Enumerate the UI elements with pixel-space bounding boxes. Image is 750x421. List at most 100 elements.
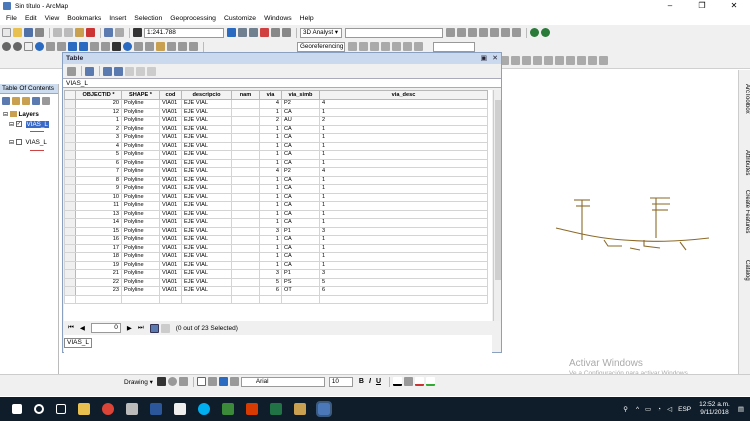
column-header-shape[interactable]: SHAPE * [121, 90, 160, 100]
redo-icon[interactable] [115, 28, 124, 37]
cell-objectid[interactable]: 20 [75, 99, 122, 109]
cell-cod[interactable]: VIA01 [159, 107, 182, 117]
cell-via-simb[interactable]: CA [281, 235, 320, 245]
cell-via-desc[interactable]: 1 [319, 124, 488, 134]
layer-visibility-checkbox[interactable] [15, 139, 22, 146]
cell-objectid[interactable]: 1 [75, 116, 122, 126]
row-selector[interactable] [64, 252, 76, 262]
line-color-icon[interactable] [415, 377, 424, 386]
table-row[interactable]: 10 Polyline VIA01 EJE VIAL 1 CA 1 [64, 192, 488, 202]
cell-via-simb[interactable]: CA [281, 184, 320, 194]
table-layer-tab[interactable]: VIAS_L [63, 78, 501, 88]
volume-icon[interactable]: ◁ [667, 405, 672, 413]
delete-icon[interactable] [86, 28, 95, 37]
column-header-descripcio[interactable]: descripcio [181, 90, 232, 100]
cell-objectid[interactable]: 12 [75, 107, 122, 117]
cell-nam[interactable] [231, 175, 260, 185]
cell-cod[interactable]: VIA01 [159, 116, 182, 126]
cell-via-simb[interactable]: CA [281, 252, 320, 262]
battery-icon[interactable]: ▭ [645, 405, 651, 413]
cell-cod[interactable]: VIA01 [159, 150, 182, 160]
cell-via[interactable]: 4 [259, 99, 282, 109]
list-by-source-icon[interactable] [12, 97, 20, 105]
cell-via-simb[interactable]: CA [281, 192, 320, 202]
pan-icon[interactable] [24, 42, 33, 51]
forward-icon[interactable] [79, 42, 88, 51]
font-color-icon[interactable] [393, 377, 402, 386]
editor-tool-icon[interactable] [566, 56, 575, 65]
cell-via[interactable]: 1 [259, 243, 282, 253]
3d-tool-icon[interactable] [446, 28, 455, 37]
cell-nam[interactable] [231, 218, 260, 228]
document-icon[interactable] [174, 403, 186, 415]
cell-shape[interactable]: Polyline [121, 107, 160, 117]
rotate-icon[interactable] [167, 377, 177, 386]
cell-cod[interactable]: VIA01 [159, 192, 182, 202]
cell-via-desc[interactable]: 1 [319, 184, 488, 194]
cell-cod[interactable]: VIA01 [159, 286, 182, 296]
editor-tool-icon[interactable] [522, 56, 531, 65]
cell-via-simb[interactable]: PS [281, 277, 320, 287]
cell-shape[interactable]: Polyline [121, 184, 160, 194]
cell-cod[interactable]: VIA01 [159, 277, 182, 287]
cell-nam[interactable] [231, 235, 260, 245]
3d-tool-icon[interactable] [457, 28, 466, 37]
catalog-icon[interactable] [249, 28, 258, 37]
menu-windows[interactable]: Windows [264, 15, 292, 22]
clear-selection-icon[interactable] [101, 42, 110, 51]
cell-nam[interactable] [231, 150, 260, 160]
menu-bookmarks[interactable]: Bookmarks [67, 15, 101, 22]
cell-via[interactable]: 1 [259, 218, 282, 228]
cell-via-simb[interactable]: CA [281, 243, 320, 253]
zoom-to-elements-icon[interactable] [178, 377, 188, 386]
table-row[interactable]: 17 Polyline VIA01 EJE VIAL 1 CA 1 [64, 243, 488, 253]
georef-tool-icon[interactable] [403, 42, 412, 51]
row-selector[interactable] [64, 218, 76, 228]
select-features-icon[interactable] [90, 42, 99, 51]
table-row[interactable]: 8 Polyline VIA01 EJE VIAL 1 CA 1 [64, 175, 488, 185]
table-row[interactable]: 7 Polyline VIA01 EJE VIAL 4 P2 4 [64, 167, 488, 177]
cell-via[interactable]: 6 [259, 286, 282, 296]
model-builder-icon[interactable] [282, 28, 291, 37]
cell-via[interactable]: 1 [259, 201, 282, 211]
viewer-window-icon[interactable] [189, 42, 198, 51]
georef-tool-icon[interactable] [392, 42, 401, 51]
3d-tool-icon[interactable] [490, 28, 499, 37]
cell-nam[interactable] [231, 277, 260, 287]
cell-objectid[interactable]: 18 [75, 252, 122, 262]
cell-cod[interactable]: VIA01 [159, 184, 182, 194]
menu-geoprocessing[interactable]: Geoprocessing [170, 15, 216, 22]
cell-cod[interactable]: VIA01 [159, 226, 182, 236]
cell-descripcio[interactable]: EJE VIAL [181, 141, 232, 151]
full-extent-icon[interactable] [35, 42, 44, 51]
menu-edit[interactable]: Edit [25, 15, 37, 22]
cell-via-desc[interactable]: 1 [319, 260, 488, 270]
font-family-combo[interactable]: Arial [240, 376, 325, 387]
collapse-icon[interactable]: ⊟ [9, 122, 14, 128]
add-data-icon[interactable] [133, 28, 142, 37]
cell-via[interactable]: 1 [259, 252, 282, 262]
cell-via-desc[interactable]: 1 [319, 150, 488, 160]
3d-tool-icon[interactable] [468, 28, 477, 37]
georef-tool-icon[interactable] [370, 42, 379, 51]
new-document-icon[interactable] [2, 28, 11, 37]
cell-shape[interactable]: Polyline [121, 277, 160, 287]
cell-objectid[interactable]: 4 [75, 141, 122, 151]
cell-nam[interactable] [231, 124, 260, 134]
cell-via[interactable]: 4 [259, 167, 282, 177]
cell-descripcio[interactable]: EJE VIAL [181, 184, 232, 194]
cell-nam[interactable] [231, 184, 260, 194]
create-features-tab[interactable]: Create Features [740, 190, 750, 233]
cell-nam[interactable] [231, 192, 260, 202]
cell-nam[interactable] [231, 209, 260, 219]
table-pin-icon[interactable]: ▣ [481, 53, 487, 64]
table-row[interactable]: 22 Polyline VIA01 EJE VIAL 5 PS 5 [64, 277, 488, 287]
cell-via-simb[interactable]: CA [281, 218, 320, 228]
cell-descripcio[interactable]: EJE VIAL [181, 252, 232, 262]
cell-nam[interactable] [231, 226, 260, 236]
select-elements-icon[interactable] [112, 42, 121, 51]
show-all-records-icon[interactable] [149, 323, 159, 333]
undo-icon[interactable] [104, 28, 113, 37]
row-selector[interactable] [64, 175, 76, 185]
cell-via[interactable]: 1 [259, 150, 282, 160]
